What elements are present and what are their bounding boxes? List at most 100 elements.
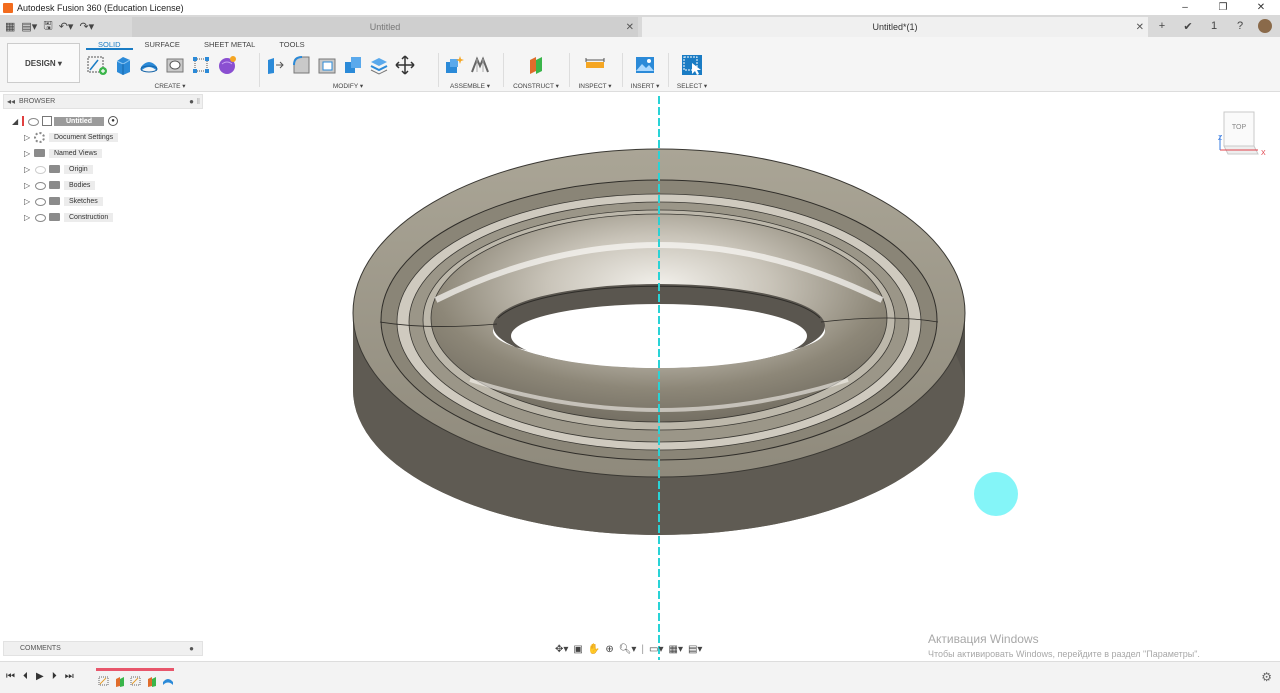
assemble-menu[interactable]: ASSEMBLE ▾: [443, 82, 497, 90]
divider: [503, 53, 504, 87]
step-back-icon[interactable]: ⏴: [23, 671, 28, 682]
svg-text:X: X: [1261, 150, 1266, 157]
joint-icon[interactable]: [469, 54, 491, 76]
minimize-button[interactable]: –: [1166, 0, 1204, 15]
modify-group: MODIFY ▾: [264, 51, 432, 91]
timeline-controls: ⏮ ⏴ ▶ ⏵ ⏭: [6, 671, 74, 682]
move-copy-icon[interactable]: [394, 54, 416, 76]
step-forward-icon[interactable]: ⏵: [52, 671, 57, 682]
display-settings-icon[interactable]: ▭▾: [649, 644, 663, 655]
svg-text:Z: Z: [1218, 135, 1223, 142]
navigation-bar: ✥▾ ▣ ✋ ⊕ 🔍︎▾ | ▭▾ ▦▾ ▤▾: [555, 643, 703, 655]
create-group: CREATE ▾: [86, 51, 254, 91]
window-title: Autodesk Fusion 360 (Education License): [17, 2, 184, 13]
windows-activation-watermark: Активация Windows Чтобы активировать Win…: [928, 632, 1200, 659]
inspect-group: INSPECT ▾: [574, 51, 616, 91]
look-at-icon[interactable]: ▣: [573, 644, 582, 655]
restore-button[interactable]: ❐: [1204, 0, 1242, 15]
measure-icon[interactable]: [584, 54, 606, 76]
extrude-icon[interactable]: [112, 54, 134, 76]
timeline-track[interactable]: [96, 668, 176, 690]
combine-icon[interactable]: [342, 54, 364, 76]
construct-menu[interactable]: CONSTRUCT ▾: [508, 82, 564, 90]
timeline-settings-gear-icon[interactable]: ⚙: [1261, 670, 1272, 684]
zoom-icon[interactable]: ⊕: [605, 644, 613, 655]
divider: [622, 53, 623, 87]
tab-sheet-metal[interactable]: SHEET METAL: [192, 39, 267, 50]
select-icon[interactable]: [681, 54, 703, 76]
document-tab-label: Untitled: [369, 22, 401, 32]
save-icon[interactable]: 🖫: [43, 17, 52, 36]
divider: [569, 53, 570, 87]
document-tab-label: Untitled*(1): [872, 22, 918, 32]
fillet-icon[interactable]: [290, 54, 312, 76]
offset-face-icon[interactable]: [368, 54, 390, 76]
offset-plane-icon[interactable]: [525, 54, 547, 76]
play-icon[interactable]: ▶: [36, 671, 44, 682]
construct-group: CONSTRUCT ▾: [508, 51, 564, 91]
tab-surface[interactable]: SURFACE: [133, 39, 192, 50]
revolve-feature-icon[interactable]: [162, 676, 174, 687]
notifications-count[interactable]: 1: [1206, 18, 1222, 34]
insert-group: INSERT ▾: [627, 51, 663, 91]
insert-image-icon[interactable]: [634, 54, 656, 76]
workspace-switcher-button[interactable]: DESIGN ▾: [7, 43, 80, 83]
comments-panel-header[interactable]: COMMENTS ●: [3, 641, 203, 656]
redo-icon[interactable]: ↷▾: [79, 20, 94, 33]
top-right-icons: + ✔ 1 ?: [1154, 18, 1272, 34]
pan-icon[interactable]: ✋: [588, 644, 600, 655]
new-component-icon[interactable]: [443, 54, 465, 76]
press-pull-icon[interactable]: [264, 54, 286, 76]
divider: [259, 53, 260, 87]
comments-title: COMMENTS: [20, 645, 61, 652]
model-render[interactable]: [0, 92, 1280, 660]
timeline: ⏮ ⏴ ▶ ⏵ ⏭ ⚙: [0, 661, 1280, 693]
document-tab-untitled-1[interactable]: Untitled*(1) ✕: [642, 17, 1148, 37]
assemble-group: ASSEMBLE ▾: [443, 51, 497, 91]
close-tab-icon[interactable]: ✕: [1136, 22, 1144, 33]
go-to-start-icon[interactable]: ⏮: [6, 671, 15, 682]
tab-solid[interactable]: SOLID: [86, 39, 133, 50]
window-controls: – ❐ ✕: [1166, 0, 1280, 15]
shell-icon[interactable]: [316, 54, 338, 76]
hole-icon[interactable]: [164, 54, 186, 76]
timeline-features: [98, 676, 174, 687]
inspect-menu[interactable]: INSPECT ▾: [574, 82, 616, 90]
new-tab-icon[interactable]: +: [1154, 18, 1170, 34]
sketch-feature-icon[interactable]: [98, 676, 110, 687]
revolve-icon[interactable]: [138, 54, 160, 76]
undo-icon[interactable]: ↶▾: [59, 20, 74, 33]
plane-feature-icon[interactable]: [114, 676, 126, 687]
plane-feature-icon[interactable]: [146, 676, 158, 687]
create-form-icon[interactable]: [216, 54, 238, 76]
viewcube[interactable]: TOP X Z: [1218, 108, 1270, 160]
close-window-button[interactable]: ✕: [1242, 0, 1280, 15]
activation-subtitle: Чтобы активировать Windows, перейдите в …: [928, 649, 1200, 659]
create-menu[interactable]: CREATE ▾: [86, 82, 254, 90]
sketch-feature-icon[interactable]: [130, 676, 142, 687]
select-group: SELECT ▾: [673, 51, 711, 91]
document-tab-untitled[interactable]: Untitled ✕: [132, 17, 638, 37]
pattern-icon[interactable]: [190, 54, 212, 76]
job-status-icon[interactable]: ✔: [1180, 18, 1196, 34]
grid-settings-icon[interactable]: ▦▾: [669, 644, 683, 655]
tab-tools[interactable]: TOOLS: [267, 39, 316, 50]
quick-access-toolbar: ▦ ▤▾ 🖫 ↶▾ ↷▾: [0, 15, 94, 37]
help-icon[interactable]: ?: [1232, 18, 1248, 34]
file-menu-icon[interactable]: ▤▾: [21, 20, 37, 33]
cursor-highlight: [974, 472, 1018, 516]
viewports-icon[interactable]: ▤▾: [688, 644, 702, 655]
viewcube-top-label: TOP: [1232, 124, 1247, 131]
modify-menu[interactable]: MODIFY ▾: [264, 82, 432, 90]
go-to-end-icon[interactable]: ⏭: [65, 671, 74, 682]
avatar[interactable]: [1258, 19, 1272, 33]
create-sketch-icon[interactable]: [86, 54, 108, 76]
fit-icon[interactable]: 🔍︎▾: [619, 644, 637, 655]
close-tab-icon[interactable]: ✕: [626, 22, 634, 33]
insert-menu[interactable]: INSERT ▾: [627, 82, 663, 90]
fusion-logo-icon: [3, 2, 13, 13]
select-menu[interactable]: SELECT ▾: [673, 82, 711, 90]
add-comment-icon[interactable]: ●: [189, 644, 194, 653]
data-panel-grid-icon[interactable]: ▦: [5, 20, 15, 33]
orbit-icon[interactable]: ✥▾: [555, 644, 568, 655]
